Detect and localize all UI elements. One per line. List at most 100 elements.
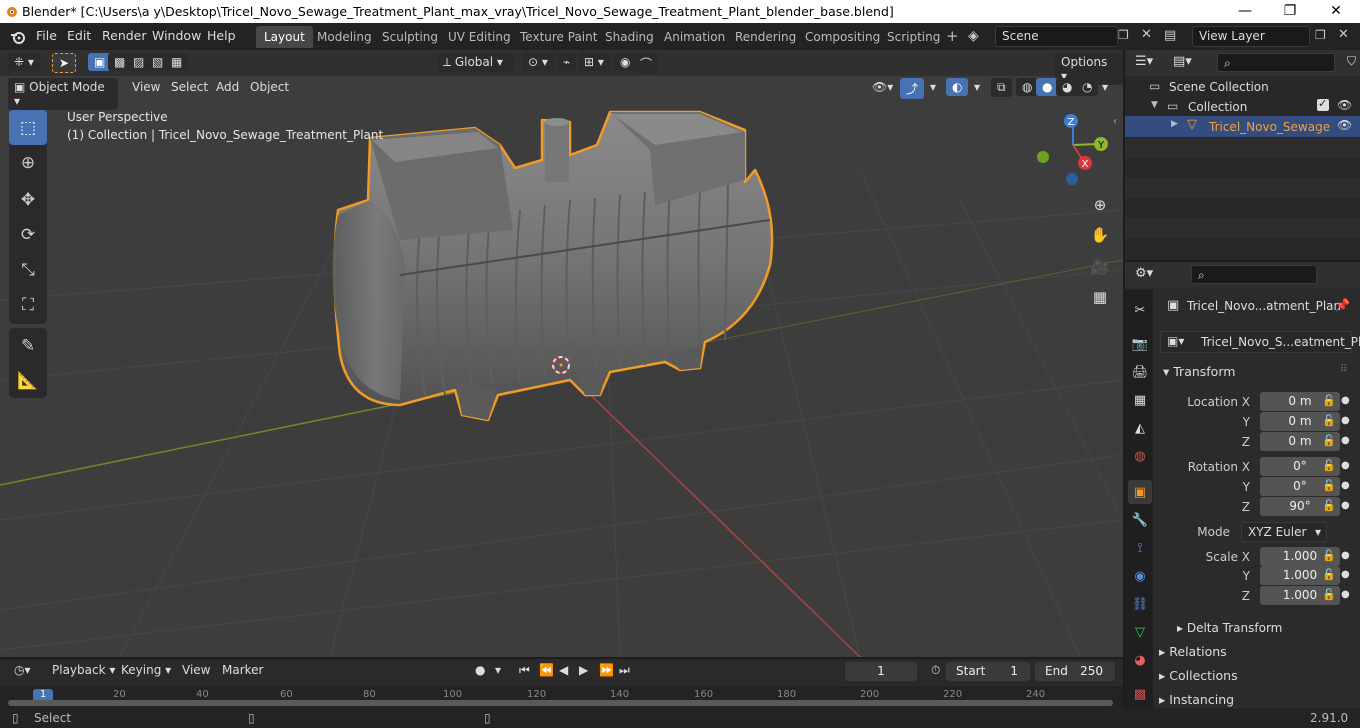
tank-object[interactable] xyxy=(332,110,774,422)
view-layer-icon[interactable]: ▤ xyxy=(1164,28,1176,43)
start-frame-field[interactable]: Start 1 xyxy=(946,662,1030,681)
keyframe-dot-icon[interactable]: ● xyxy=(1341,435,1350,446)
keying-menu[interactable]: Keying ▾ xyxy=(115,661,177,679)
outliner-search-field[interactable]: ⌕ xyxy=(1217,53,1335,72)
blender-menu-icon[interactable] xyxy=(10,29,26,45)
lock-icon[interactable]: 🔓 xyxy=(1322,549,1336,562)
lock-icon[interactable]: 🔓 xyxy=(1322,394,1336,407)
delta-transform-header[interactable]: ▸ Delta Transform xyxy=(1177,621,1282,635)
drag-handle-icon[interactable]: ⠿ xyxy=(1340,364,1347,375)
tab-compositing[interactable]: Compositing xyxy=(797,26,888,48)
outliner-row-scene[interactable]: ▭ Scene Collection xyxy=(1125,77,1360,97)
keyframe-dot-icon[interactable]: ● xyxy=(1341,589,1350,600)
tab-animation[interactable]: Animation xyxy=(656,26,733,48)
gizmo-dropdown-icon[interactable]: ▾ xyxy=(924,78,942,96)
tab-texture-paint[interactable]: Texture Paint xyxy=(512,26,605,48)
select-tool-icon[interactable]: ➤ xyxy=(52,53,77,73)
keyframe-dot-icon[interactable]: ● xyxy=(1341,460,1350,471)
tab-scripting[interactable]: Scripting xyxy=(879,26,948,48)
delete-scene-icon[interactable]: ✕ xyxy=(1141,27,1152,42)
tool-tab-icon[interactable]: ✂ xyxy=(1128,298,1152,322)
maximize-button[interactable]: ❐ xyxy=(1267,0,1313,23)
move-tool-icon[interactable]: ✥ xyxy=(9,182,47,217)
keyframe-dot-icon[interactable]: ● xyxy=(1341,395,1350,406)
new-view-layer-icon[interactable]: ❐ xyxy=(1315,28,1326,42)
minimize-button[interactable]: — xyxy=(1222,0,1268,23)
properties-editor-icon[interactable]: ⚙▾ xyxy=(1135,266,1153,281)
frame-ruler[interactable]: 1 20 40 60 80 100 120 140 160 180 200 22… xyxy=(0,686,1123,708)
pan-hand-icon[interactable]: ✋ xyxy=(1087,222,1113,248)
outliner-row-collection[interactable]: ▼ ▭ Collection ✓ 👁 xyxy=(1125,97,1360,117)
tab-shading[interactable]: Shading xyxy=(597,26,662,48)
outliner-editor-icon[interactable]: ☰▾ xyxy=(1135,54,1153,69)
timeline-view-menu[interactable]: View xyxy=(176,661,216,679)
mode-intersect-selection-icon[interactable]: ▦ xyxy=(165,53,189,71)
collection-visibility-icon[interactable]: 👁 xyxy=(1337,98,1352,112)
display-mode-icon[interactable]: ▤▾ xyxy=(1173,54,1192,69)
collections-header[interactable]: ▸ Collections xyxy=(1159,668,1238,683)
filter-icon[interactable]: ⛉ xyxy=(1347,54,1356,69)
tab-rendering[interactable]: Rendering xyxy=(727,26,804,48)
shading-dropdown-icon[interactable]: ▾ xyxy=(1096,78,1114,96)
timeline-scrollbar[interactable] xyxy=(8,700,1113,706)
menu-help[interactable]: Help xyxy=(207,28,236,43)
menu-file[interactable]: File xyxy=(36,28,57,43)
output-tab-icon[interactable]: 🖨 xyxy=(1128,360,1152,384)
current-frame-field[interactable]: 1 xyxy=(845,662,917,681)
lock-icon[interactable]: 🔓 xyxy=(1322,568,1336,581)
snap-toggle-icon[interactable]: ⌁ xyxy=(557,53,577,71)
instancing-header[interactable]: ▸ Instancing xyxy=(1159,692,1234,707)
auto-keying-dropdown-icon[interactable]: ▾ xyxy=(489,661,508,679)
data-tab-icon[interactable]: ▽ xyxy=(1128,620,1152,644)
expand-arrow-icon[interactable]: ▶ xyxy=(1171,119,1178,129)
overlays-toggle-icon[interactable]: ◐ xyxy=(946,78,969,96)
menu-edit[interactable]: Edit xyxy=(67,28,91,43)
modifier-tab-icon[interactable]: 🔧 xyxy=(1128,508,1152,532)
annotate-tool-icon[interactable]: ✎ xyxy=(9,328,47,363)
play-icon[interactable]: ▶ xyxy=(573,661,595,679)
gizmo-toggle-icon[interactable]: ⤴ xyxy=(900,78,925,99)
lock-icon[interactable]: 🔓 xyxy=(1322,434,1336,447)
falloff-icon[interactable]: ⌒ xyxy=(634,53,659,74)
render-tab-icon[interactable]: 📷 xyxy=(1128,332,1152,356)
keyframe-dot-icon[interactable]: ● xyxy=(1341,480,1350,491)
lock-icon[interactable]: 🔓 xyxy=(1322,459,1336,472)
tab-sculpting[interactable]: Sculpting xyxy=(374,26,446,48)
add-workspace-icon[interactable]: + xyxy=(946,27,959,45)
sidebar-toggle-icon[interactable]: ‹ xyxy=(1113,116,1117,127)
view-layer-tab-icon[interactable]: ▦ xyxy=(1128,388,1152,412)
menu-view[interactable]: View xyxy=(126,78,166,96)
lock-icon[interactable]: 🔓 xyxy=(1322,479,1336,492)
particles-tab-icon[interactable]: ⟟ xyxy=(1128,536,1152,560)
view-layer-field[interactable]: View Layer xyxy=(1192,26,1310,47)
playback-menu[interactable]: Playback ▾ xyxy=(46,661,121,679)
cursor-tool-icon[interactable]: ⊕ xyxy=(9,145,47,180)
menu-select[interactable]: Select xyxy=(165,78,214,96)
transform-panel-header[interactable]: ▾ Transform xyxy=(1163,364,1235,379)
select-box-tool-icon[interactable]: ⬚ xyxy=(9,110,47,145)
end-frame-field[interactable]: End 250 xyxy=(1035,662,1115,681)
tab-uv-editing[interactable]: UV Editing xyxy=(440,26,519,48)
transform-orientation-dropdown[interactable]: ⟂ Global ▾ xyxy=(437,53,515,72)
physics-tab-icon[interactable]: ◉ xyxy=(1128,564,1152,588)
measure-tool-icon[interactable]: 📐 xyxy=(9,363,47,398)
play-reverse-icon[interactable]: ◀ xyxy=(553,661,575,679)
texture-tab-icon[interactable]: ▩ xyxy=(1128,682,1152,706)
keyframe-dot-icon[interactable]: ● xyxy=(1341,415,1350,426)
3d-viewport[interactable]: Z Y X ⁜ ▾ ➤ ▣ ▩ ▨ ▧ ▦ ⟂ Global ▾ ⊙ ▾ ⌁ ⊞… xyxy=(0,50,1123,657)
lock-icon[interactable]: 🔓 xyxy=(1322,588,1336,601)
tab-layout[interactable]: Layout xyxy=(256,26,313,48)
delete-view-layer-icon[interactable]: ✕ xyxy=(1338,27,1349,42)
overlays-dropdown-icon[interactable]: ▾ xyxy=(968,78,986,96)
material-tab-icon[interactable]: ◕ xyxy=(1128,648,1152,672)
new-scene-icon[interactable]: ❐ xyxy=(1118,28,1129,42)
rotation-mode-dropdown[interactable]: XYZ Euler ▾ xyxy=(1241,522,1327,542)
navigation-gizmo[interactable]: Z Y X xyxy=(1037,114,1108,185)
zoom-icon[interactable]: ⊕ xyxy=(1087,192,1113,218)
scene-tab-icon[interactable]: ◭ xyxy=(1128,416,1152,440)
menu-window[interactable]: Window xyxy=(152,28,201,43)
properties-search-field[interactable]: ⌕ xyxy=(1191,265,1317,284)
lock-icon[interactable]: 🔓 xyxy=(1322,499,1336,512)
transform-tool-icon[interactable]: ⛶ xyxy=(9,287,47,322)
snap-target-icon[interactable]: ⊞ ▾ xyxy=(578,53,610,71)
